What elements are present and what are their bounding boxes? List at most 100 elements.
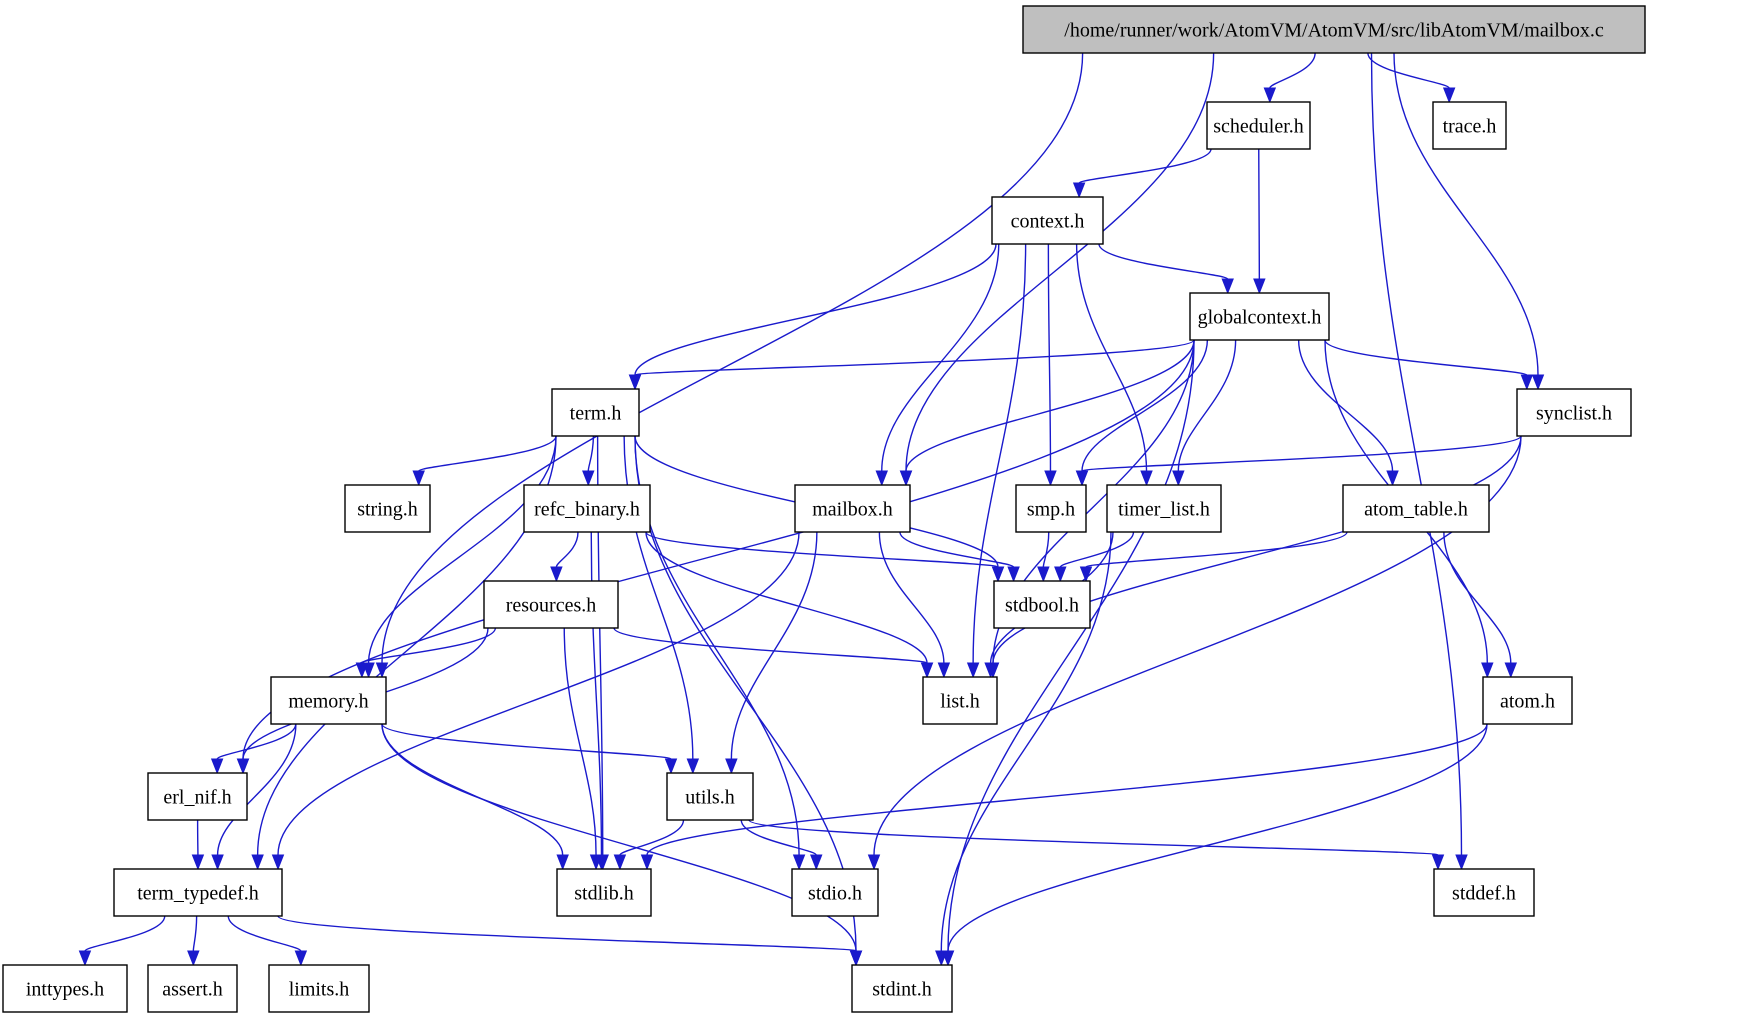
edge-term_typedef-to-limits <box>227 915 308 967</box>
arrowhead-icon <box>1531 374 1545 391</box>
node-memory[interactable]: memory.h <box>270 676 387 725</box>
node-label: mailbox.h <box>812 499 893 521</box>
edge-root-to-stddef <box>1370 52 1468 871</box>
arrowhead-icon <box>1504 662 1518 679</box>
arrowhead-icon <box>210 758 224 775</box>
node-label: utils.h <box>685 787 734 809</box>
node-smp[interactable]: smp.h <box>1015 484 1087 533</box>
edge-line <box>418 435 557 472</box>
edge-globalcontext-to-term <box>628 339 1195 391</box>
node-label: term_typedef.h <box>137 883 259 905</box>
arrowhead-icon <box>1263 87 1277 104</box>
arrowhead-icon <box>1481 662 1494 679</box>
node-timer-list[interactable]: timer_list.h <box>1106 484 1222 533</box>
arrowhead-icon <box>251 854 264 871</box>
root-file-node[interactable]: /home/runner/work/AtomVM/AtomVM/src/libA… <box>1022 5 1646 54</box>
node-resources[interactable]: resources.h <box>483 580 619 629</box>
node-mailbox[interactable]: mailbox.h <box>794 484 911 533</box>
node-string[interactable]: string.h <box>344 484 431 533</box>
edge-context-to-mailbox <box>875 243 1000 487</box>
node-stdbool[interactable]: stdbool.h <box>993 580 1091 629</box>
edge-line <box>992 435 1522 664</box>
arrowhead-icon <box>187 950 200 967</box>
node-label: limits.h <box>289 979 350 1001</box>
edge-line <box>381 723 564 856</box>
arrowhead-icon <box>78 950 92 967</box>
node-refc-binary[interactable]: refc_binary.h <box>523 484 651 533</box>
node-term-typedef[interactable]: term_typedef.h <box>113 868 283 917</box>
edge-line <box>1177 339 1237 472</box>
edge-line <box>381 52 1084 664</box>
edge-memory-to-utils <box>381 723 678 775</box>
node-label: memory.h <box>288 691 368 713</box>
arrowhead-icon <box>686 758 700 775</box>
edge-line <box>1042 531 1050 568</box>
edge-context-to-timer_list <box>1075 243 1153 487</box>
node-scheduler[interactable]: scheduler.h <box>1206 101 1311 150</box>
node-utils[interactable]: utils.h <box>666 772 754 821</box>
edge-root-to-mailbox <box>899 52 1215 487</box>
edge-line <box>1258 148 1261 280</box>
edge-line <box>1269 52 1316 89</box>
node-label: list.h <box>940 691 979 713</box>
node-limits[interactable]: limits.h <box>268 964 370 1013</box>
node-stdlib[interactable]: stdlib.h <box>556 868 652 917</box>
arrowhead-icon <box>613 854 627 871</box>
edge-line <box>634 339 1195 376</box>
arrowhead-icon <box>628 374 642 391</box>
arrowhead-icon <box>1431 854 1445 871</box>
node-label: refc_binary.h <box>534 499 640 521</box>
edge-line <box>947 339 1195 952</box>
edge-refc_binary-to-resources <box>550 531 579 583</box>
edge-line <box>740 819 817 856</box>
node-label: erl_nif.h <box>163 787 231 809</box>
node-label: synclist.h <box>1536 403 1612 425</box>
edge-line <box>381 723 672 760</box>
node-erl-nif[interactable]: erl_nif.h <box>147 772 248 821</box>
arrowhead-icon <box>582 470 595 487</box>
node-label: term.h <box>570 403 622 425</box>
node-stdint[interactable]: stdint.h <box>851 964 953 1013</box>
node-stdio[interactable]: stdio.h <box>791 868 879 917</box>
node-term[interactable]: term.h <box>551 388 640 437</box>
arrowhead-icon <box>792 854 806 871</box>
node-synclist[interactable]: synclist.h <box>1516 388 1632 437</box>
edge-root-to-scheduler <box>1263 52 1316 104</box>
edge-memory-to-stdint <box>381 723 863 967</box>
arrowhead-icon <box>899 470 913 487</box>
arrowhead-icon <box>867 854 881 871</box>
edge-line <box>634 243 997 376</box>
edge-line <box>1047 243 1052 472</box>
edge-timer_list-to-stdbool <box>1054 531 1135 583</box>
include-dependency-graph: /home/runner/work/AtomVM/AtomVM/src/libA… <box>2 5 1646 1013</box>
node-label: smp.h <box>1027 499 1075 521</box>
node-inttypes[interactable]: inttypes.h <box>2 964 128 1013</box>
node-list[interactable]: list.h <box>922 676 998 725</box>
arrowhead-icon <box>1037 566 1050 583</box>
node-atom-table[interactable]: atom_table.h <box>1342 484 1490 533</box>
arrowhead-icon <box>849 950 863 967</box>
arrowhead-icon <box>191 854 205 871</box>
edge-term-to-string <box>412 435 557 487</box>
edge-line <box>192 915 198 952</box>
edge-atom-to-stdlib <box>640 723 1488 871</box>
edge-term_typedef-to-assert <box>187 915 200 967</box>
node-assert[interactable]: assert.h <box>147 964 238 1013</box>
node-context[interactable]: context.h <box>991 196 1104 245</box>
node-atom[interactable]: atom.h <box>1482 676 1573 725</box>
arrowhead-icon <box>1172 470 1185 487</box>
arrowhead-icon <box>1140 470 1153 487</box>
node-label: context.h <box>1011 211 1085 233</box>
edge-line <box>1324 339 1528 376</box>
edge-scheduler-to-context <box>1072 148 1212 199</box>
edge-line <box>1075 243 1148 472</box>
node-globalcontext[interactable]: globalcontext.h <box>1189 292 1330 341</box>
edge-line <box>563 627 597 856</box>
node-label: atom.h <box>1500 691 1555 713</box>
node-trace[interactable]: trace.h <box>1432 101 1507 150</box>
edge-line <box>899 531 1015 568</box>
edge-globalcontext-to-synclist <box>1324 339 1534 391</box>
edge-globalcontext-to-smp <box>1075 339 1209 487</box>
node-stddef[interactable]: stddef.h <box>1433 868 1535 917</box>
node-label: scheduler.h <box>1213 116 1304 138</box>
